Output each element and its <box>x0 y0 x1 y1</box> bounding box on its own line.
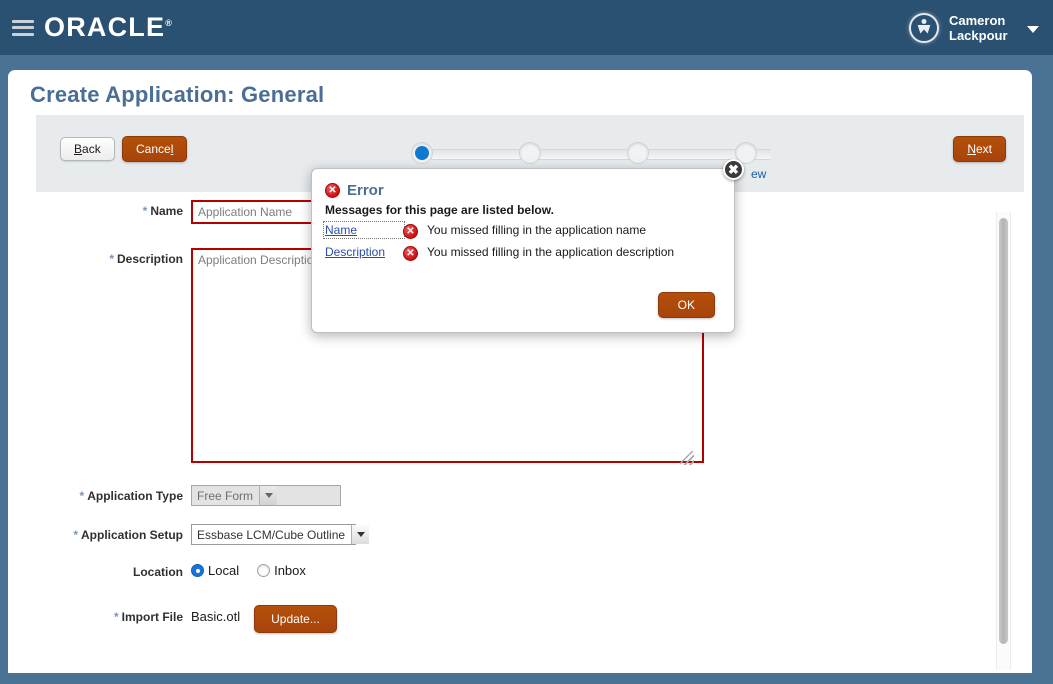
error-dialog-title: Error <box>347 182 384 199</box>
error-message-item: Description ✕ You missed filling in the … <box>325 245 734 261</box>
train-rail <box>421 149 771 160</box>
chevron-down-icon[interactable] <box>351 525 370 544</box>
error-circle-x-icon: ✕ <box>403 246 418 261</box>
page-bottom-strip <box>0 673 1053 684</box>
next-button-label-rest: ext <box>975 142 992 156</box>
application-setup-label: * Application Setup <box>8 524 183 542</box>
user-name: Cameron Lackpour <box>949 13 1023 43</box>
form-row-import-file: * Import File Basic.otl Update... <box>8 605 337 633</box>
error-link-description[interactable]: Description <box>325 245 403 259</box>
oracle-logo-text: ORACLE <box>44 12 166 42</box>
form-row-location: Location Local Inbox <box>8 563 324 579</box>
location-radio-local[interactable]: Local <box>191 563 239 578</box>
chevron-down-icon <box>259 486 278 505</box>
required-marker: * <box>79 489 85 503</box>
error-ok-button[interactable]: OK <box>657 292 715 318</box>
content-card: Create Application: General Back Cancel … <box>8 70 1032 673</box>
hamburger-menu-icon[interactable] <box>12 19 34 36</box>
page-title: Create Application: General <box>30 82 325 107</box>
name-label-text: Name <box>150 204 183 218</box>
name-field-label: * Name <box>8 200 183 218</box>
cancel-button[interactable]: Cancel <box>122 136 188 162</box>
application-type-select: Free Form <box>191 485 341 506</box>
radio-unselected-icon <box>257 564 271 577</box>
required-marker: * <box>109 252 114 266</box>
required-marker: * <box>113 610 119 624</box>
next-accesskey: N <box>967 142 976 156</box>
form-row-application-setup: * Application Setup Essbase LCM/Cube Outl… <box>8 524 370 545</box>
close-x-icon[interactable]: ✖ <box>723 159 744 180</box>
location-label-text: Location <box>133 565 183 579</box>
error-dialog-header: ✕ Error <box>312 169 734 199</box>
error-message-list: Name ✕ You missed filling in the applica… <box>312 217 734 261</box>
error-circle-x-icon: ✕ <box>403 224 418 239</box>
application-setup-label-text: Application Setup <box>81 528 183 542</box>
error-message-text: You missed filling in the application na… <box>427 223 647 237</box>
chevron-down-icon[interactable] <box>1027 25 1039 33</box>
location-radio-group: Local Inbox <box>191 563 324 578</box>
application-setup-value: Essbase LCM/Cube Outline <box>197 528 346 542</box>
global-header: ORACLE® Cameron Lackpour <box>0 0 1053 55</box>
brand-area: ORACLE® <box>0 14 172 41</box>
train-stop-2[interactable] <box>519 142 541 164</box>
update-file-button[interactable]: Update... <box>254 605 337 633</box>
back-button[interactable]: Back <box>60 137 115 161</box>
form-row-application-type: * Application Type Free Form <box>8 485 341 506</box>
import-file-name: Basic.otl <box>191 609 241 624</box>
application-type-value: Free Form <box>197 489 254 503</box>
description-label-text: Description <box>116 252 183 266</box>
scrollbar-thumb[interactable] <box>999 218 1008 644</box>
user-accessibility-icon <box>909 12 939 43</box>
oracle-logo[interactable]: ORACLE® <box>44 14 172 41</box>
import-file-label: * Import File <box>8 605 183 624</box>
description-field-label: * Description <box>8 248 183 266</box>
error-circle-x-icon: ✕ <box>325 183 340 198</box>
required-marker: * <box>142 204 148 218</box>
train-stop-1[interactable] <box>411 142 433 164</box>
hamburger-bar <box>12 19 34 23</box>
error-dialog: ✖ ✕ Error Messages for this page are lis… <box>311 159 744 333</box>
location-radio-local-label: Local <box>208 563 240 578</box>
application-type-label-text: Application Type <box>87 489 183 503</box>
oracle-logo-trademark: ® <box>165 18 172 28</box>
application-setup-select[interactable]: Essbase LCM/Cube Outline <box>191 524 370 545</box>
hamburger-bar <box>12 26 34 29</box>
location-radio-inbox-label: Inbox <box>274 563 306 578</box>
content-vertical-scrollbar[interactable] <box>996 212 1011 670</box>
hamburger-bar <box>12 32 34 36</box>
error-message-text: You missed filling in the application de… <box>427 245 675 259</box>
next-button[interactable]: Next <box>953 136 1006 162</box>
error-dialog-subtitle: Messages for this page are listed below. <box>325 203 554 217</box>
user-name-first: Cameron <box>949 12 1006 28</box>
train-stop-3[interactable] <box>627 142 649 164</box>
back-accesskey: B <box>74 142 83 156</box>
user-menu[interactable]: Cameron Lackpour <box>909 12 1053 43</box>
error-message-item: Name ✕ You missed filling in the applica… <box>323 221 734 239</box>
error-link-name[interactable]: Name <box>323 221 405 239</box>
train-stop-4-label: ew <box>751 167 767 181</box>
cancel-button-label-start: Cance <box>136 142 171 156</box>
application-type-label: * Application Type <box>8 485 183 503</box>
required-marker: * <box>73 528 78 542</box>
import-file-label-text: Import File <box>121 610 183 624</box>
cancel-accesskey: l <box>170 142 174 156</box>
back-button-label-rest: ack <box>82 142 101 156</box>
user-name-last: Lackpour <box>949 27 1008 43</box>
location-label: Location <box>8 563 183 579</box>
radio-selected-icon <box>191 564 204 577</box>
location-radio-inbox[interactable]: Inbox <box>257 563 306 578</box>
